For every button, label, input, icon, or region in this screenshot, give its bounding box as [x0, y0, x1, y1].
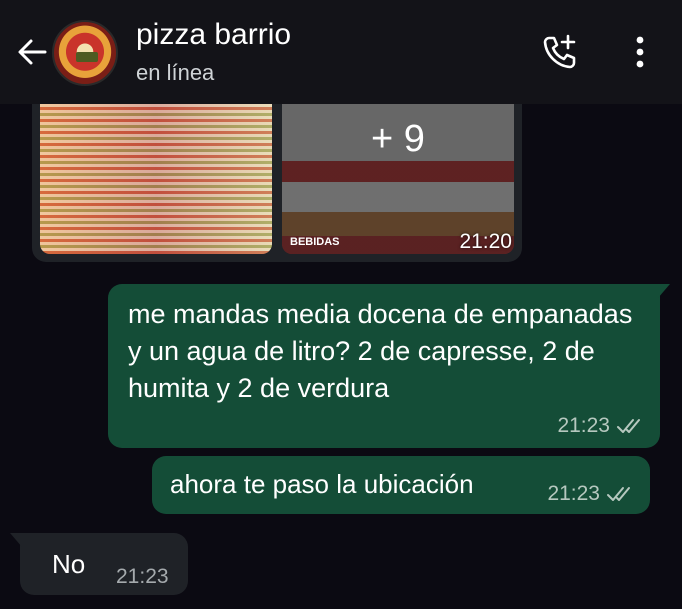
incoming-message[interactable]: No 21:23 — [10, 533, 188, 595]
contact-status: en línea — [136, 60, 215, 85]
add-call-icon — [543, 34, 576, 69]
add-call-button[interactable] — [538, 30, 582, 74]
thumbnail-label: BEBIDAS — [290, 236, 340, 248]
outgoing-message[interactable]: me mandas media docena de empanadas y un… — [108, 284, 670, 448]
message-time: 21:23 — [557, 414, 610, 437]
more-options-button[interactable] — [624, 30, 656, 74]
outgoing-message[interactable]: ahora te paso la ubicación 21:23 — [152, 456, 650, 514]
extra-images-count: + 9 — [371, 118, 425, 160]
arrow-left-icon — [18, 39, 47, 65]
more-vertical-icon — [636, 36, 644, 68]
contact-avatar[interactable] — [52, 20, 118, 86]
double-check-icon — [607, 487, 630, 501]
message-text: ahora te paso la ubicación — [170, 469, 474, 499]
message-time: 21:20 — [459, 230, 512, 253]
contact-name[interactable]: pizza barrio — [136, 18, 291, 52]
message-time: 21:23 — [116, 565, 169, 588]
message-meta: 21:23 — [547, 482, 634, 506]
message-meta: 21:23 — [557, 414, 644, 438]
chat-header: pizza barrio en línea — [0, 0, 682, 104]
message-time: 21:23 — [547, 482, 600, 505]
avatar-detail — [76, 52, 98, 62]
double-check-icon — [617, 419, 640, 433]
message-text: No — [52, 549, 86, 579]
back-button[interactable] — [14, 34, 50, 70]
message-text: me mandas media docena de empanadas y un… — [128, 299, 633, 403]
menu-image-thumbnail[interactable] — [40, 104, 272, 254]
incoming-image-message[interactable]: BEBIDAS + 9 21:20 — [32, 104, 522, 262]
